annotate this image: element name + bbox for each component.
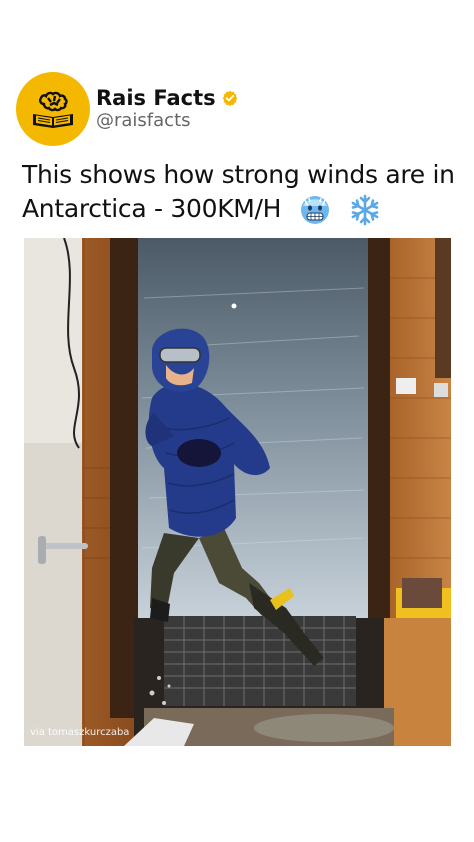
post-video[interactable]: via tomaszkurczaba xyxy=(24,238,451,746)
author-name[interactable]: Rais Facts xyxy=(96,86,216,110)
avatar[interactable] xyxy=(16,72,90,146)
verified-badge-icon xyxy=(222,90,237,106)
caption-text: This shows how strong winds are in Antar… xyxy=(22,160,455,223)
freezing-face-emoji-icon xyxy=(300,196,329,224)
post-caption: This shows how strong winds are in Antar… xyxy=(22,158,462,226)
author-handle[interactable]: @raisfacts xyxy=(96,110,191,131)
post-header: Rais Facts @raisfacts xyxy=(16,72,456,148)
book-brain-logo-icon xyxy=(33,91,73,128)
video-watermark: via tomaszkurczaba xyxy=(30,727,130,738)
video-frame xyxy=(24,238,451,746)
snowflake-emoji-icon xyxy=(351,194,378,226)
